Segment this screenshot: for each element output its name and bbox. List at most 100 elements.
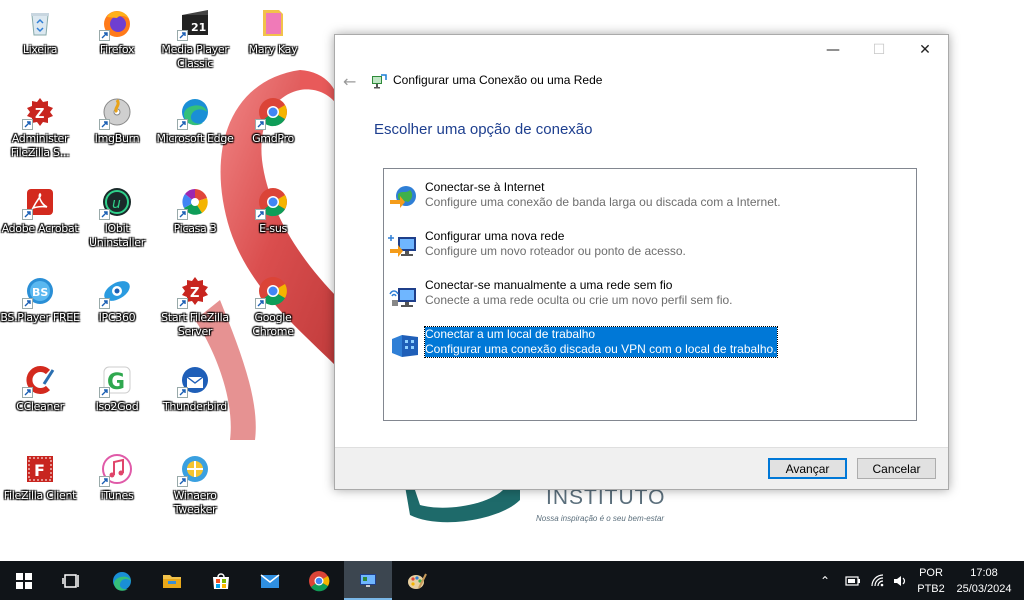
itunes-icon <box>99 453 133 487</box>
desktop-icon-iobit[interactable]: u IObit Uninstaller <box>77 186 157 250</box>
minimize-button[interactable]: — <box>810 35 856 65</box>
taskbar-paint[interactable] <box>393 561 441 600</box>
desktop-icon-imgburn[interactable]: ImgBurn <box>77 96 157 146</box>
desktop-icon-lixeira[interactable]: Lixeira <box>0 7 80 57</box>
desktop-icon-ipc360[interactable]: IPC360 <box>77 275 157 325</box>
desktop-icon-start-filezilla-server[interactable]: Z Start FileZilla Server <box>155 275 235 339</box>
shortcut-arrow-icon <box>22 387 33 398</box>
taskbar-chrome[interactable] <box>295 561 343 600</box>
desktop-icon-administer-filezilla[interactable]: Z Administer FileZilla S... <box>0 96 80 160</box>
shortcut-arrow-icon <box>99 387 110 398</box>
maximize-button: ☐ <box>872 42 886 58</box>
wireless-network-icon <box>388 280 420 312</box>
desktop-icon-iso2god[interactable]: G Iso2God <box>77 364 157 414</box>
start-button[interactable] <box>0 561 48 600</box>
network-status[interactable] <box>870 561 886 600</box>
option-description: Configure um novo roteador ou ponto de a… <box>425 244 686 258</box>
language-code: POR <box>919 567 943 579</box>
desktop-icon-e-sus[interactable]: E-sus <box>233 186 313 236</box>
ccleaner-icon <box>22 364 56 398</box>
shortcut-arrow-icon <box>99 30 110 41</box>
back-arrow-icon[interactable]: ← <box>343 72 356 91</box>
desktop-icon-winaero-tweaker[interactable]: Winaero Tweaker <box>155 453 235 517</box>
desktop-icon-thunderbird[interactable]: Thunderbird <box>155 364 235 414</box>
option-title: Conectar-se manualmente a uma rede sem f… <box>425 278 673 292</box>
shortcut-arrow-icon <box>22 209 33 220</box>
desktop-icon-media-player-classic[interactable]: 21 Media Player Classic <box>155 7 235 71</box>
desktop-icon-microsoft-edge[interactable]: Microsoft Edge <box>155 96 235 146</box>
network-wizard-icon <box>360 573 376 587</box>
desktop-icon-adobe-acrobat[interactable]: Adobe Acrobat <box>0 186 80 236</box>
desktop-icon-label: IPC360 <box>98 311 136 324</box>
window-controls: — ☐ ✕ <box>810 35 948 65</box>
desktop-icon-label: Mary Kay <box>248 43 298 56</box>
start-icon <box>16 572 32 589</box>
desktop-icon-picasa[interactable]: Picasa 3 <box>155 186 235 236</box>
svg-text:F: F <box>34 461 45 480</box>
shortcut-arrow-icon <box>99 476 110 487</box>
volume-control[interactable] <box>892 561 908 600</box>
volume-icon <box>894 575 906 586</box>
desktop-icon-label: Picasa 3 <box>173 222 217 235</box>
paint-icon <box>408 573 427 589</box>
taskbar: ⌃ POR PTB2 17:08 25/03/2024 <box>0 561 1024 600</box>
winaero-tweaker-icon <box>177 453 211 487</box>
option-connect-internet[interactable]: Conectar-se à Internet Configure uma con… <box>388 180 781 214</box>
desktop-icon-itunes[interactable]: iTunes <box>77 453 157 503</box>
bsplayer-icon: BS <box>22 275 56 309</box>
chrome-icon <box>309 570 330 591</box>
globe-network-icon <box>388 182 420 214</box>
next-button[interactable]: Avançar <box>768 458 847 479</box>
desktop-icon-label: ImgBurn <box>94 132 140 145</box>
option-manual-wireless[interactable]: Conectar-se manualmente a uma rede sem f… <box>388 278 776 310</box>
show-hidden-icons-button[interactable]: ⌃ <box>820 561 830 600</box>
desktop-icon-google-chrome[interactable]: Google Chrome <box>233 275 313 339</box>
shortcut-arrow-icon <box>177 298 188 309</box>
close-button[interactable]: ✕ <box>902 35 948 65</box>
desktop-icon-mary-kay[interactable]: Mary Kay <box>233 7 313 57</box>
option-description: Configure uma conexão de banda larga ou … <box>425 195 781 209</box>
desktop-icon-label: Thunderbird <box>163 400 227 413</box>
input-language-indicator[interactable]: POR PTB2 <box>915 565 947 597</box>
chrome-icon <box>255 186 289 220</box>
clock[interactable]: 17:08 25/03/2024 <box>951 565 1017 597</box>
task-view-icon <box>62 573 79 588</box>
desktop-icon-label: IObit Uninstaller <box>89 222 145 249</box>
shortcut-arrow-icon <box>177 209 188 220</box>
task-view-button[interactable] <box>48 561 96 600</box>
option-description: Conecte a uma rede oculta ou crie um nov… <box>425 293 733 307</box>
option-description: Configurar uma conexão discada ou VPN co… <box>425 342 777 356</box>
taskbar-network-wizard[interactable] <box>344 561 392 600</box>
recycle-bin-icon <box>24 7 56 39</box>
clock-date: 25/03/2024 <box>956 583 1012 595</box>
desktop-icon-label: Start FileZilla Server <box>161 311 229 338</box>
network-setup-dialog: — ☐ ✕ ← Configurar uma Conexão ou uma Re… <box>334 34 949 490</box>
taskbar-store[interactable] <box>197 561 245 600</box>
picasa-icon <box>177 186 211 220</box>
desktop-icon-ccleaner[interactable]: CCleaner <box>0 364 80 414</box>
desktop-icon-gmdpro[interactable]: GmdPro <box>233 96 313 146</box>
workplace-vpn-icon <box>388 329 420 361</box>
desktop-icon-label: Microsoft Edge <box>156 132 234 145</box>
desktop-icon-firefox[interactable]: Firefox <box>77 7 157 57</box>
page-heading: Escolher uma opção de conexão <box>374 121 593 138</box>
imgburn-icon <box>99 96 133 130</box>
taskbar-edge[interactable] <box>98 561 146 600</box>
ipc360-icon <box>99 275 133 309</box>
option-title: Configurar uma nova rede <box>425 229 565 243</box>
battery-status[interactable] <box>845 561 861 600</box>
cancel-button[interactable]: Cancelar <box>857 458 936 479</box>
taskbar-file-explorer[interactable] <box>148 561 196 600</box>
iobit-uninstaller-icon: u <box>99 186 133 220</box>
edge-icon <box>113 571 131 591</box>
taskbar-mail[interactable] <box>246 561 294 600</box>
desktop-icon-label: Iso2God <box>95 400 139 413</box>
folder-icon <box>257 7 289 39</box>
desktop-icon-filezilla-client[interactable]: F FileZilla Client <box>0 453 80 503</box>
option-title: Conectar-se à Internet <box>425 180 545 194</box>
svg-text:BS: BS <box>32 286 48 299</box>
option-workplace[interactable]: Conectar a um local de trabalho Configur… <box>388 326 778 361</box>
filezilla-server-icon: Z <box>177 275 211 309</box>
option-new-network[interactable]: Configurar uma nova rede Configure um no… <box>388 229 776 261</box>
desktop-icon-bsplayer[interactable]: BS BS.Player FREE <box>0 275 80 325</box>
